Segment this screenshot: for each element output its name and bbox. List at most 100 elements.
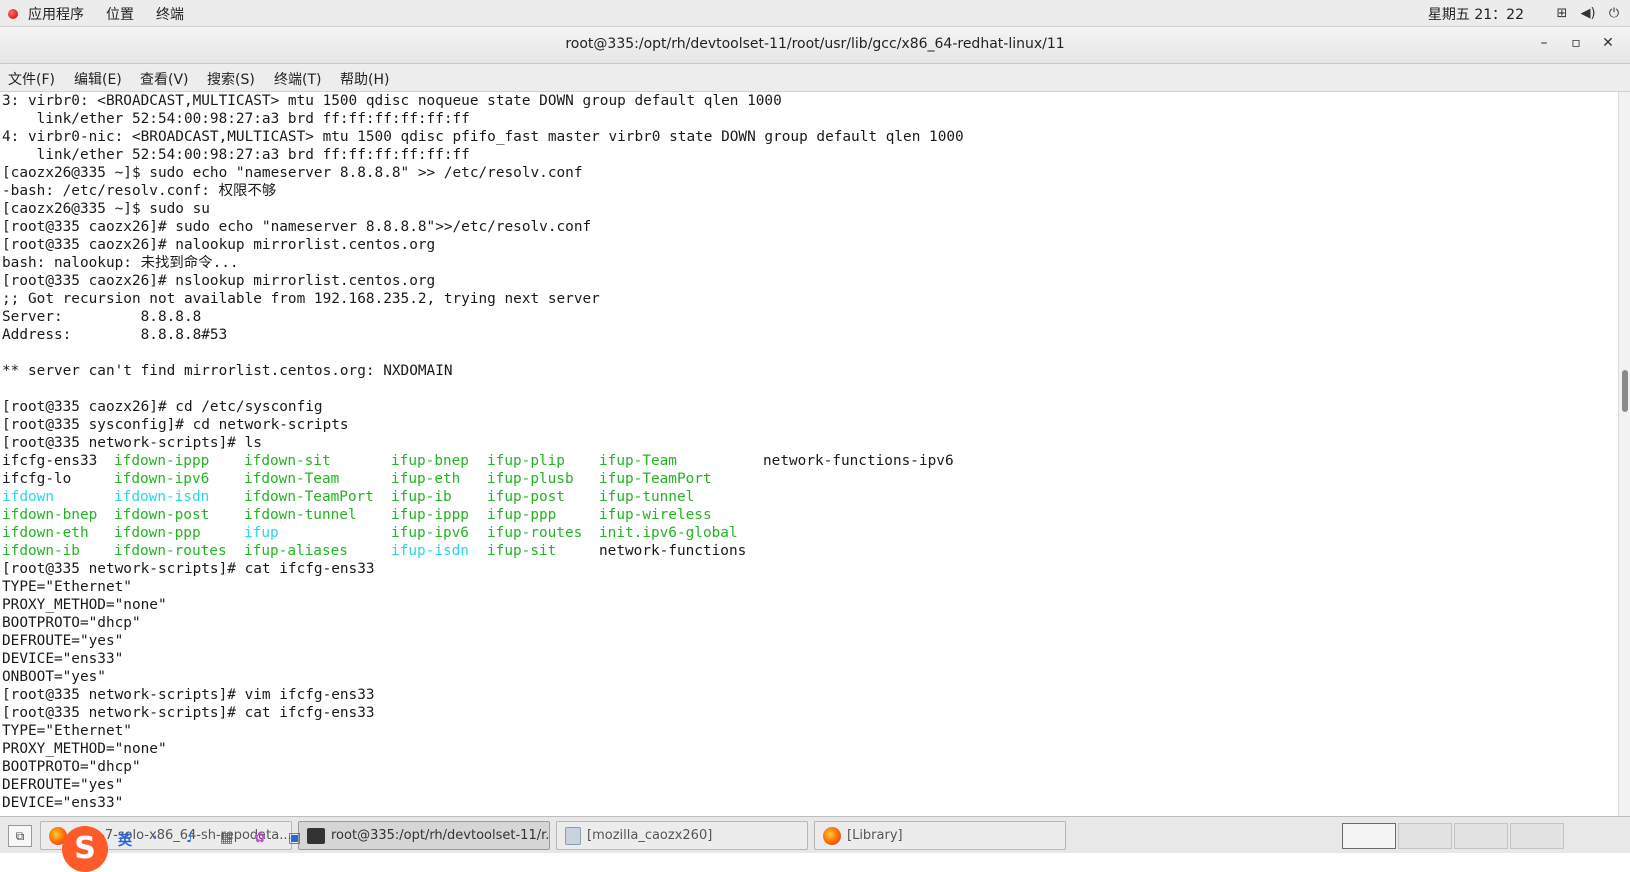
workspace-3[interactable]	[1454, 823, 1508, 849]
ls-entry: ifdown-TeamPort	[244, 489, 374, 505]
terminal-line: TYPE="Ethernet"	[2, 579, 132, 595]
ls-entry: ifup-routes	[487, 525, 583, 541]
ls-entry: ifup-ipv6	[391, 525, 469, 541]
terminal-line: 4: virbr0-nic: <BROADCAST,MULTICAST> mtu…	[2, 129, 964, 145]
ls-row: ifdown-ib ifdown-routes ifup-aliases ifup-i…	[0, 542, 1618, 560]
task-mozilla-folder[interactable]: [mozilla_caozx260]	[556, 821, 808, 850]
terminal-line: bash: nalookup: 未找到命令...	[2, 255, 239, 271]
top-panel: 应用程序 位置 终端 星期五 21：22 ⊞ ◀) ⏻	[0, 0, 1630, 27]
ls-entry: ifup-isdn	[391, 543, 469, 559]
task-terminal[interactable]: root@335:/opt/rh/devtoolset-11/r...	[298, 821, 550, 850]
task-label: ...os-7-solo-x86_64-sh-repodata...	[73, 828, 292, 843]
terminal-line: link/ether 52:54:00:98:27:a3 brd ff:ff:f…	[2, 147, 470, 163]
terminal-line: [root@335 caozx26]# sudo echo "nameserve…	[2, 219, 592, 235]
terminal-line: DEFROUTE="yes"	[2, 633, 124, 649]
top-panel-menu: 应用程序 位置 终端	[0, 4, 206, 24]
menu-terminal[interactable]: 终端	[156, 4, 184, 24]
ls-entry: ifcfg-lo	[2, 471, 72, 487]
terminal-line: [caozx26@335 ~]$ sudo echo "nameserver 8…	[2, 165, 583, 181]
ls-entry: ifdown-routes	[114, 543, 227, 559]
maximize-button[interactable]: ▫	[1560, 35, 1592, 51]
scrollbar-thumb[interactable]	[1622, 370, 1628, 412]
ls-entry: ifup-plip	[487, 453, 565, 469]
menu-help[interactable]: 帮助(H)	[340, 69, 389, 89]
ls-entry: ifup	[244, 525, 279, 541]
firefox-icon	[49, 826, 67, 845]
ls-entry: ifup-post	[487, 489, 565, 505]
ls-entry: ifdown-Team	[244, 471, 340, 487]
taskbar: ⧉ ...os-7-solo-x86_64-sh-repodata... roo…	[0, 816, 1630, 853]
ls-entry: ifdown-ppp	[114, 525, 201, 541]
ls-entry: ifup-Team	[599, 453, 677, 469]
ls-entry: ifdown	[2, 489, 54, 505]
menu-places[interactable]: 位置	[106, 4, 134, 24]
terminal-icon	[307, 827, 325, 844]
applications-icon[interactable]	[6, 7, 20, 21]
ls-entry: ifdown-ippp	[114, 453, 210, 469]
ls-row: ifcfg-ens33 ifdown-ippp ifdown-sit ifup-bne…	[0, 452, 1618, 470]
close-button[interactable]: ✕	[1592, 35, 1624, 51]
terminal-line: [root@335 caozx26]# cd /etc/sysconfig	[2, 399, 323, 415]
terminal-line: [root@335 sysconfig]# cd network-scripts	[2, 417, 349, 433]
power-icon[interactable]: ⏻	[1606, 6, 1622, 22]
ls-row: ifdown ifdown-isdn ifdown-TeamPort ifup-ib i…	[0, 488, 1618, 506]
terminal-scrollbar[interactable]	[1618, 92, 1630, 816]
terminal-line: ONBOOT="yes"	[2, 669, 106, 685]
workspace-4[interactable]	[1510, 823, 1564, 849]
menu-search[interactable]: 搜索(S)	[207, 69, 255, 89]
firefox-icon	[823, 826, 841, 845]
ls-entry: ifdown-isdn	[114, 489, 210, 505]
task-library[interactable]: [Library]	[814, 821, 1066, 850]
terminal-line: [root@335 network-scripts]# cat ifcfg-en…	[2, 705, 375, 721]
ls-entry: ifdown-eth	[2, 525, 89, 541]
menu-terminal-menu[interactable]: 终端(T)	[274, 69, 321, 89]
terminal-line: link/ether 52:54:00:98:27:a3 brd ff:ff:f…	[2, 111, 470, 127]
ls-row: ifdown-eth ifdown-ppp ifup ifup-ipv6 ifup-ro…	[0, 524, 1618, 542]
ls-entry: ifup-ippp	[391, 507, 469, 523]
terminal-line: [root@335 network-scripts]# vim ifcfg-en…	[2, 687, 375, 703]
terminal-line: [root@335 caozx26]# nslookup mirrorlist.…	[2, 273, 436, 289]
task-label: [Library]	[847, 828, 903, 843]
clock[interactable]: 星期五 21：22	[1428, 4, 1524, 24]
menu-edit[interactable]: 编辑(E)	[74, 69, 122, 89]
menu-view[interactable]: 查看(V)	[140, 69, 189, 89]
terminal-output[interactable]: 3: virbr0: <BROADCAST,MULTICAST> mtu 150…	[0, 92, 1618, 816]
ls-entry: ifup-bnep	[391, 453, 469, 469]
menubar: 文件(F) 编辑(E) 查看(V) 搜索(S) 终端(T) 帮助(H)	[0, 64, 1630, 92]
terminal-line: ;; Got recursion not available from 192.…	[2, 291, 600, 307]
menu-applications[interactable]: 应用程序	[28, 4, 84, 24]
task-label: [mozilla_caozx260]	[587, 828, 713, 843]
terminal-line: [root@335 network-scripts]# cat ifcfg-en…	[2, 561, 375, 577]
ls-entry: init.ipv6-global	[599, 525, 738, 541]
task-firefox-repodata[interactable]: ...os-7-solo-x86_64-sh-repodata...	[40, 821, 292, 850]
terminal-lines-before: 3: virbr0: <BROADCAST,MULTICAST> mtu 150…	[0, 92, 1618, 452]
terminal-line: -bash: /etc/resolv.conf: 权限不够	[2, 183, 277, 199]
workspace-2[interactable]	[1398, 823, 1452, 849]
ls-entry: ifup-ib	[391, 489, 452, 505]
ls-row: ifdown-bnep ifdown-post ifdown-tunnel ifup-…	[0, 506, 1618, 524]
window-controls: – ▫ ✕	[1528, 35, 1624, 51]
terminal-line: DEFROUTE="yes"	[2, 777, 124, 793]
ls-row: ifcfg-lo ifdown-ipv6 ifdown-Team ifup-eth if…	[0, 470, 1618, 488]
minimize-button[interactable]: –	[1528, 35, 1560, 51]
window-titlebar[interactable]: root@335:/opt/rh/devtoolset-11/root/usr/…	[0, 27, 1630, 64]
terminal-line: ** server can't find mirrorlist.centos.o…	[2, 363, 453, 379]
workspace-1[interactable]	[1342, 823, 1396, 849]
file-icon	[565, 826, 581, 845]
terminal-line: DEVICE="ens33"	[2, 651, 124, 667]
terminal-line: BOOTPROTO="dhcp"	[2, 615, 141, 631]
terminal-line: [root@335 network-scripts]# ls	[2, 435, 262, 451]
terminal-line: DEVICE="ens33"	[2, 795, 124, 811]
menu-file[interactable]: 文件(F)	[8, 69, 55, 89]
ls-entry: ifdown-sit	[244, 453, 331, 469]
ls-output: ifcfg-ens33 ifdown-ippp ifdown-sit ifup-bne…	[0, 452, 1618, 560]
terminal-line: PROXY_METHOD="none"	[2, 597, 167, 613]
show-desktop-button[interactable]: ⧉	[8, 825, 32, 847]
ls-entry: ifdown-ipv6	[114, 471, 210, 487]
terminal-line: [caozx26@335 ~]$ sudo su	[2, 201, 210, 217]
ls-entry: ifup-wireless	[599, 507, 712, 523]
network-icon[interactable]: ⊞	[1554, 6, 1570, 22]
volume-icon[interactable]: ◀)	[1580, 6, 1596, 22]
ls-entry: ifup-aliases	[244, 543, 348, 559]
